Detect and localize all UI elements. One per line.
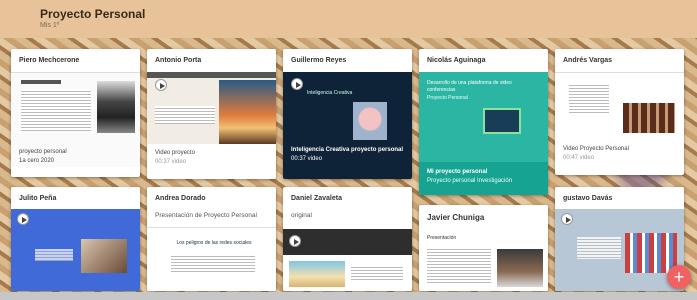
photo — [623, 103, 675, 133]
post-author: Daniel Zavaleta — [291, 195, 342, 202]
post-card[interactable]: Antonio Porta Video proyecto 00:37 video — [147, 49, 276, 179]
photo — [219, 80, 276, 144]
post-author: Antonio Porta — [155, 57, 202, 64]
play-icon[interactable] — [291, 78, 303, 90]
play-icon[interactable] — [561, 213, 573, 225]
add-post-button[interactable]: + — [667, 265, 691, 289]
post-author: Javier Chuniga — [427, 213, 485, 222]
slide-text — [155, 106, 215, 124]
document-thumbnail[interactable] — [555, 72, 684, 140]
post-author: Guillermo Reyes — [291, 57, 347, 64]
brain-image — [353, 102, 387, 140]
post-caption: Video proyecto — [155, 150, 195, 156]
slide-caption-secondary: 00:37 video — [291, 156, 323, 162]
slide-caption: Inteligencia Creativa proyecto personal — [291, 147, 404, 153]
photo — [625, 233, 677, 273]
board-header: Proyecto Personal Mis 1º — [0, 0, 697, 38]
doc-text — [351, 265, 403, 281]
photo — [81, 239, 127, 273]
document-thumbnail[interactable]: Los peligros de las redes sociales — [147, 227, 276, 291]
play-icon[interactable] — [289, 235, 301, 247]
video-thumbnail[interactable] — [11, 209, 140, 291]
post-author: Andrea Dorado — [155, 195, 206, 202]
photo — [289, 261, 345, 287]
padlet-board: Proyecto Personal Mis 1º Piero Mechceron… — [0, 0, 697, 300]
video-thumbnail[interactable]: Inteligencia Creativa Inteligencia Creat… — [283, 72, 412, 179]
photo — [497, 249, 543, 287]
post-caption: Video Proyecto Personal — [563, 146, 629, 152]
photo — [97, 81, 135, 133]
image-thumbnail[interactable] — [283, 259, 412, 291]
video-thumbnail[interactable] — [283, 229, 412, 255]
slide-title: Desarrollo de una plataforma de video co… — [427, 80, 512, 93]
slide-title: Los peligros de las redes sociales — [176, 240, 252, 246]
slide-caption-secondary: Proyecto personal Investigación — [427, 178, 513, 184]
doc-text — [427, 247, 491, 283]
post-caption-secondary: 00:37 video — [155, 159, 187, 165]
post-card[interactable]: gustavo Davás — [555, 187, 684, 291]
post-caption: proyecto personal — [19, 149, 67, 155]
board-subtitle: Mis 1º — [40, 22, 60, 29]
doc-heading — [21, 80, 61, 84]
doc-text — [569, 83, 609, 113]
slide-subtitle: Proyecto Personal — [427, 95, 468, 101]
top-strip — [147, 72, 276, 78]
post-caption: Presentación de Proyecto Personal — [155, 212, 257, 219]
doc-text — [21, 89, 91, 131]
play-icon[interactable] — [17, 213, 29, 225]
post-card[interactable]: Piero Mechcerone proyecto personal 1a ce… — [11, 49, 140, 177]
doc-text — [171, 254, 255, 274]
board-title: Proyecto Personal — [40, 7, 146, 21]
post-card[interactable]: Andrés Vargas Video Proyecto Personal 00… — [555, 49, 684, 175]
video-thumbnail[interactable] — [147, 72, 276, 144]
post-caption-secondary: 1a cero 2020 — [19, 158, 55, 164]
laptop-illustration — [483, 108, 521, 134]
slide-title: Inteligencia Creativa — [307, 90, 353, 96]
post-card[interactable]: Javier Chuniga Presentación — [419, 205, 548, 291]
post-author: Andrés Vargas — [563, 57, 613, 64]
post-card[interactable]: Andrea Dorado Presentación de Proyecto P… — [147, 187, 276, 291]
post-card[interactable]: Nicolás Aguinaga Desarrollo de una plata… — [419, 49, 548, 195]
post-card[interactable]: Daniel Zavaleta original — [283, 187, 412, 291]
slide-caption: Mi proyecto personal — [427, 169, 488, 175]
doc-heading: Presentación — [427, 235, 457, 241]
play-icon[interactable] — [155, 79, 167, 91]
post-caption: original — [291, 212, 312, 219]
slide-thumbnail[interactable]: Desarrollo de una plataforma de video co… — [419, 72, 548, 195]
post-caption-secondary: 00:47 video — [563, 155, 595, 161]
post-card[interactable]: Julito Peña — [11, 187, 140, 291]
post-author: Julito Peña — [19, 195, 57, 202]
post-author: Nicolás Aguinaga — [427, 57, 486, 64]
video-thumbnail[interactable] — [555, 209, 684, 291]
post-author: Piero Mechcerone — [19, 57, 80, 64]
post-card[interactable]: Guillermo Reyes Inteligencia Creativa In… — [283, 49, 412, 179]
document-thumbnail[interactable]: Presentación — [419, 229, 548, 291]
post-author: gustavo Davás — [563, 195, 613, 202]
slide-text — [577, 237, 621, 259]
slide-text — [35, 249, 73, 261]
bottom-scrollbar[interactable] — [0, 292, 697, 300]
